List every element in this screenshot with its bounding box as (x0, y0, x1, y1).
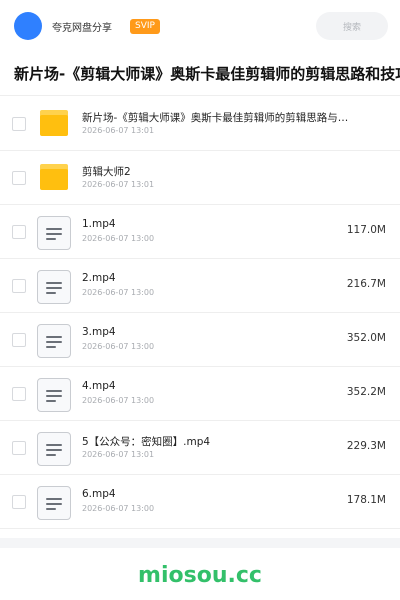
item-date: 2026-06-07 13:00 (82, 396, 155, 405)
file-list: 新片场-《剪辑大师课》奥斯卡最佳剪辑师的剪辑思路与… 2026-06-07 13… (0, 97, 400, 529)
checkbox[interactable] (12, 333, 26, 347)
footer-divider (0, 538, 400, 548)
folder-icon (40, 164, 68, 190)
item-size: 352.2M (346, 386, 386, 398)
item-name: 2.mp4 (82, 272, 116, 284)
list-item[interactable]: 新片场-《剪辑大师课》奥斯卡最佳剪辑师的剪辑思路与… 2026-06-07 13… (0, 97, 400, 151)
document-icon (37, 216, 71, 250)
checkbox[interactable] (12, 441, 26, 455)
item-size: 216.7M (346, 278, 386, 290)
checkbox[interactable] (12, 117, 26, 131)
item-date: 2026-06-07 13:00 (82, 342, 155, 351)
list-item[interactable]: 5【公众号：密知圈】.mp4 2026-06-07 13:01 229.3M (0, 421, 400, 475)
document-icon (37, 432, 71, 466)
item-date: 2026-06-07 13:01 (82, 450, 155, 459)
item-date: 2026-06-07 13:00 (82, 288, 155, 297)
checkbox[interactable] (12, 171, 26, 185)
item-name: 6.mp4 (82, 488, 116, 500)
item-size: 178.1M (346, 494, 386, 506)
document-icon (37, 378, 71, 412)
item-date: 2026-06-07 13:01 (82, 180, 155, 189)
item-name: 新片场-《剪辑大师课》奥斯卡最佳剪辑师的剪辑思路与… (82, 112, 349, 124)
list-item[interactable]: 3.mp4 2026-06-07 13:00 352.0M (0, 313, 400, 367)
document-icon (37, 486, 71, 520)
svip-badge: SVIP (130, 18, 160, 34)
item-size: 229.3M (346, 440, 386, 452)
item-name: 5【公众号：密知圈】.mp4 (82, 436, 211, 448)
item-name: 4.mp4 (82, 380, 116, 392)
list-item[interactable]: 2.mp4 2026-06-07 13:00 216.7M (0, 259, 400, 313)
checkbox[interactable] (12, 279, 26, 293)
page-title: 新片场-《剪辑大师课》奥斯卡最佳剪辑师的剪辑思路和技巧 (0, 52, 400, 96)
item-size: 117.0M (346, 224, 386, 236)
header: 夸克网盘分享 SVIP 搜索 (0, 0, 400, 52)
item-date: 2026-06-07 13:00 (82, 234, 155, 243)
list-item[interactable]: 剪辑大师2 2026-06-07 13:01 (0, 151, 400, 205)
item-name: 剪辑大师2 (82, 166, 131, 178)
folder-icon (40, 110, 68, 136)
document-icon (37, 270, 71, 304)
avatar[interactable] (14, 12, 42, 40)
list-item[interactable]: 6.mp4 2026-06-07 13:00 178.1M (0, 475, 400, 529)
item-date: 2026-06-07 13:01 (82, 126, 155, 135)
list-item[interactable]: 1.mp4 2026-06-07 13:00 117.0M (0, 205, 400, 259)
item-size: 352.0M (346, 332, 386, 344)
item-name: 3.mp4 (82, 326, 116, 338)
checkbox[interactable] (12, 495, 26, 509)
list-item[interactable]: 4.mp4 2026-06-07 13:00 352.2M (0, 367, 400, 421)
checkbox[interactable] (12, 387, 26, 401)
checkbox[interactable] (12, 225, 26, 239)
search-input[interactable]: 搜索 (316, 12, 388, 40)
item-name: 1.mp4 (82, 218, 116, 230)
document-icon (37, 324, 71, 358)
item-date: 2026-06-07 13:00 (82, 504, 155, 513)
app-name: 夸克网盘分享 (52, 22, 112, 34)
watermark: miosou.cc (138, 563, 262, 588)
